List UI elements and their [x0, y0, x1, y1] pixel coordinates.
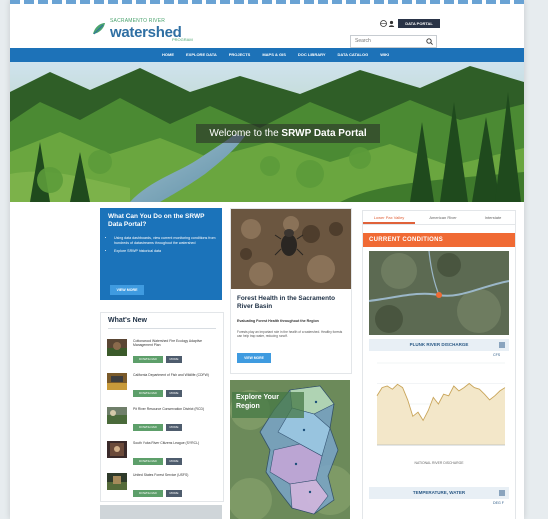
list-item: Explore SRWP historical data [114, 249, 218, 254]
flow-chart-title: PLUNK RIVER DISCHARGE [409, 342, 469, 347]
logo-name: watershed [110, 24, 182, 41]
more-button[interactable]: MORE [166, 356, 182, 363]
hero-banner: Welcome to the SRWP Data Portal [10, 62, 524, 202]
whats-new-card: What's New Cottonwood Watershed Fire Eco… [100, 312, 224, 502]
hero-title-bold: SRWP Data Portal [281, 128, 367, 139]
site-logo[interactable]: SACRAMENTO RIVER watershed PROGRAM [92, 18, 212, 44]
whats-new-title: What's New [108, 317, 148, 324]
news-text[interactable]: Pit River Resource Conservation District… [133, 407, 215, 411]
view-more-button[interactable]: VIEW MORE [237, 353, 271, 363]
forest-health-subtitle: Evaluating Forest Health throughout the … [237, 319, 319, 323]
chart-legend: NATIONAL RIVER DISCHARGE [414, 461, 464, 465]
nav-home[interactable]: HOME [156, 48, 180, 62]
news-thumbnail[interactable] [107, 441, 127, 458]
logo-leaf-icon [93, 23, 105, 35]
list-item: South Yuba River Citizens League (SYRCL)… [107, 441, 219, 471]
list-item: Pit River Resource Conservation District… [107, 407, 219, 437]
hero-title: Welcome to the SRWP Data Portal [196, 124, 380, 143]
download-button[interactable]: DOWNLOAD [133, 390, 163, 397]
current-conditions-header: CURRENT CONDITIONS [363, 233, 515, 247]
additional-card-preview [100, 505, 222, 519]
conditions-panel: Lower Pax Valley American River Intersta… [362, 210, 516, 519]
download-button[interactable]: DOWNLOAD [133, 458, 163, 465]
location-tabs: Lower Pax Valley American River Intersta… [363, 211, 515, 225]
divider [108, 328, 216, 329]
news-text[interactable]: South Yuba River Citizens League (SYRCL) [133, 441, 215, 445]
what-can-you-do-list: Using data dashboards, view current moni… [106, 236, 218, 257]
more-button[interactable]: MORE [166, 490, 182, 497]
tab-interstate[interactable]: Interstate [471, 211, 515, 224]
logo-sub: PROGRAM [172, 37, 193, 42]
forest-health-photo [231, 209, 351, 289]
news-thumbnail[interactable] [107, 339, 127, 356]
download-button[interactable]: DOWNLOAD [133, 424, 163, 431]
list-item: California Department of Fish and Wildli… [107, 373, 219, 403]
globe-icon[interactable] [380, 20, 387, 27]
what-can-you-do-card: What Can You Do on the SRWP Data Portal?… [100, 208, 222, 300]
download-button[interactable]: DOWNLOAD [133, 356, 163, 363]
list-item: United States Forest Service (USFS) DOWN… [107, 473, 219, 503]
nav-data-catalog[interactable]: DATA CATALOG [332, 48, 375, 62]
download-button[interactable]: DOWNLOAD [133, 490, 163, 497]
nav-doc-library[interactable]: DOC LIBRARY [292, 48, 332, 62]
forest-health-card: Forest Health in the Sacramento River Ba… [230, 208, 352, 374]
nav-wiki[interactable]: WIKI [374, 48, 395, 62]
explore-region-card[interactable]: Explore Your Region [230, 380, 350, 519]
search-placeholder: Search [355, 38, 371, 44]
view-more-button[interactable]: VIEW MORE [110, 285, 144, 295]
news-text[interactable]: Cottonwood Watershed Fire Ecology Adapti… [133, 339, 215, 348]
news-text[interactable]: United States Forest Service (USFS) [133, 473, 215, 477]
list-item: Cottonwood Watershed Fire Ecology Adapti… [107, 339, 219, 369]
forest-health-title[interactable]: Forest Health in the Sacramento River Ba… [237, 295, 347, 311]
account-icon[interactable] [388, 20, 395, 27]
news-thumbnail[interactable] [107, 407, 127, 424]
site-header: SACRAMENTO RIVER watershed PROGRAM DATA … [10, 4, 524, 48]
nav-projects[interactable]: PROJECTS [223, 48, 257, 62]
data-portal-button[interactable]: DATA PORTAL [398, 19, 440, 28]
page: SACRAMENTO RIVER watershed PROGRAM DATA … [10, 0, 524, 519]
temp-unit: DEG F [493, 501, 504, 505]
more-button[interactable]: MORE [166, 390, 182, 397]
temp-chart-title: TEMPERATURE, WATER [412, 490, 466, 495]
hero-title-pre: Welcome to the [209, 128, 279, 139]
menu-icon[interactable] [499, 490, 505, 496]
forest-health-description: Forests play an important role in the he… [237, 330, 343, 339]
discharge-chart [376, 362, 506, 446]
more-button[interactable]: MORE [166, 424, 182, 431]
series-area [377, 383, 505, 445]
news-thumbnail[interactable] [107, 373, 127, 390]
search-input[interactable]: Search [350, 35, 437, 48]
nav-maps-gis[interactable]: MAPS & GIS [256, 48, 292, 62]
satellite-map[interactable] [369, 251, 509, 335]
menu-icon[interactable] [499, 342, 505, 348]
more-button[interactable]: MORE [166, 458, 182, 465]
what-can-you-do-title: What Can You Do on the SRWP Data Portal? [108, 213, 205, 228]
flow-unit: CFS [493, 353, 501, 357]
news-thumbnail[interactable] [107, 473, 127, 490]
flow-chart-header: PLUNK RIVER DISCHARGE [369, 339, 509, 351]
temp-chart-header: TEMPERATURE, WATER [369, 487, 509, 499]
nav-explore-data[interactable]: EXPLORE DATA [180, 48, 223, 62]
search-icon[interactable] [426, 38, 433, 45]
news-text[interactable]: California Department of Fish and Wildli… [133, 373, 215, 377]
explore-region-title: Explore Your Region [232, 392, 304, 418]
tab-american-river[interactable]: American River [417, 211, 469, 224]
tab-lower-pax-valley[interactable]: Lower Pax Valley [363, 211, 415, 224]
list-item: Using data dashboards, view current moni… [114, 236, 218, 246]
main-nav: HOME EXPLORE DATA PROJECTS MAPS & GIS DO… [10, 48, 524, 62]
